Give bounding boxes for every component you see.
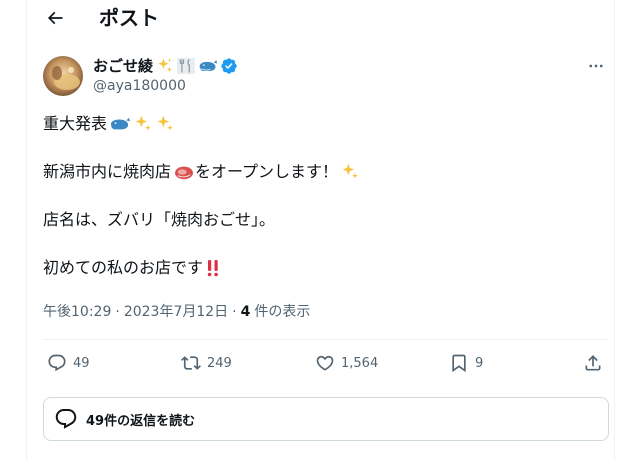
read-replies-label: 49件の返信を読む [86,413,196,429]
tweet-text-segment: 店名は、ズバリ「焼肉おごせ」。 [43,210,276,229]
reply-count: 49 [73,355,90,371]
heart-icon [316,355,334,371]
like-count: 1,564 [341,355,379,371]
whale-icon [111,117,130,130]
sparkles-icon [158,58,173,72]
more-options-button[interactable] [584,56,608,76]
retweet-icon [181,356,201,370]
whale-icon [199,60,218,71]
double-exclamation-icon [207,260,218,277]
more-dots-icon [589,64,603,68]
tweet-line-4: 初めての私のお店です [43,256,603,280]
tweet-text-segment: 新潟市内に焼肉店 [43,162,172,181]
tweet-text-segment: 重大発表 [43,114,108,133]
tweet-date[interactable]: 2023年7月12日 [124,302,228,322]
views-count: 4 [240,304,251,320]
tweet-line-1: 重大発表 [43,112,603,136]
sparkles-icon [157,115,173,131]
tweet-text-segment: をオープンします！ [195,162,339,181]
tweet-text-segment: 初めての私のお店です [43,258,204,277]
avatar-image [43,56,83,96]
like-button[interactable]: 1,564 [315,353,378,373]
views-label: 件の表示 [254,304,311,320]
bookmark-icon [452,354,466,373]
verified-badge-icon [221,58,237,74]
reply-button[interactable]: 49 [47,353,90,373]
share-button[interactable] [583,353,603,373]
author-display-name[interactable]: おごせ綾 [93,56,153,76]
author-name-row: おごせ綾 [93,55,238,77]
avatar[interactable] [43,56,83,96]
meta-separator: · [232,304,237,320]
bookmark-button[interactable]: 9 [449,353,483,373]
reply-icon [48,354,66,372]
bookmark-count: 9 [475,355,484,371]
back-button[interactable] [41,4,69,32]
sparkles-icon [342,163,358,179]
right-column-divider [614,0,615,461]
left-column-divider [26,0,27,461]
tweet-meta: 午後10:29 · 2023年7月12日 · 4 件の表示 [43,302,310,322]
meta-separator: · [115,304,120,320]
action-bar: 49 249 1,564 9 [43,343,608,387]
share-icon [585,355,601,371]
divider [43,339,608,340]
page-header: ポスト [27,0,614,40]
author-handle[interactable]: @aya180000 [93,77,186,95]
sparkles-icon [135,115,151,131]
read-replies-button[interactable]: 49件の返信を読む [43,397,609,441]
retweet-count: 249 [207,355,232,371]
tweet-line-2: 新潟市内に焼肉店 をオープンします！ [43,160,603,184]
tweet-line-3: 店名は、ズバリ「焼肉おごせ」。 [43,208,603,232]
post-page: ポスト おごせ綾 @aya180000 重大発表 新潟市内に焼肉店 をオープンし… [0,0,619,461]
tweet-time[interactable]: 午後10:29 [43,302,111,322]
tweet-text: 重大発表 新潟市内に焼肉店 をオープンします！ 店名は、ズバリ「焼肉おごせ」。 … [43,112,603,280]
fork-knife-icon [177,57,196,75]
reply-bubble-icon [55,409,77,429]
retweet-button[interactable]: 249 [181,353,232,373]
arrow-left-icon [47,11,63,25]
page-title: ポスト [99,6,159,30]
meat-icon [175,166,194,180]
